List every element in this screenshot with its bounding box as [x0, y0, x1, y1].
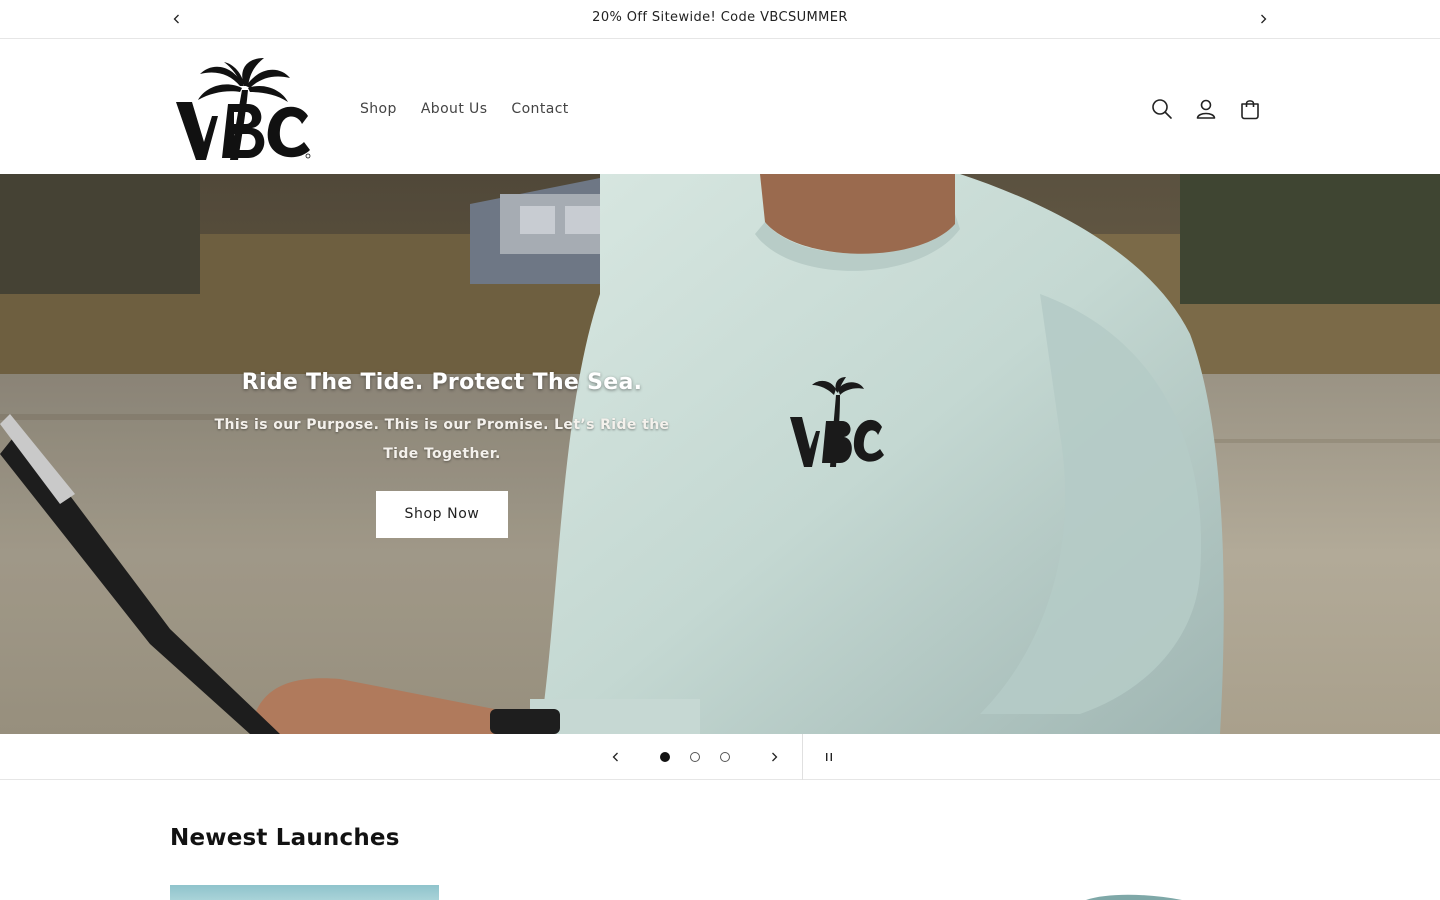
nav-item-about-us[interactable]: About Us [421, 101, 488, 117]
pause-icon [826, 753, 832, 761]
nav-item-shop[interactable]: Shop [360, 101, 397, 117]
nav-item-contact[interactable]: Contact [511, 101, 568, 117]
slideshow-controls [0, 734, 1440, 780]
slide-dot-3[interactable] [720, 752, 730, 762]
site-header: Shop About Us Contact [0, 39, 1440, 174]
product-card-image[interactable] [1086, 893, 1182, 900]
slide-dot-1[interactable] [660, 752, 670, 762]
slide-dot-2[interactable] [690, 752, 700, 762]
announcement-next-button[interactable] [1252, 8, 1274, 30]
chevron-right-icon [1261, 14, 1267, 24]
slideshow-pause-button[interactable] [818, 746, 840, 768]
search-button[interactable] [1148, 95, 1176, 123]
vbc-palm-logo-icon [176, 58, 311, 160]
controls-divider [802, 734, 803, 780]
vbc-logo[interactable] [172, 56, 314, 164]
cart-icon [1241, 100, 1259, 120]
collection-title: Newest Launches [170, 825, 400, 851]
slide-next-button[interactable] [763, 746, 785, 768]
announcement-bar: 20% Off Sitewide! Code VBCSUMMER [0, 0, 1440, 39]
product-card-image[interactable] [170, 885, 439, 900]
announcement-text: 20% Off Sitewide! Code VBCSUMMER [592, 10, 848, 25]
search-icon [1152, 99, 1172, 119]
shop-now-button[interactable]: Shop Now [376, 491, 508, 538]
hero-content: Ride The Tide. Protect The Sea. This is … [212, 370, 672, 538]
header-icons [1148, 95, 1264, 123]
cart-button[interactable] [1236, 95, 1264, 123]
slide-prev-button[interactable] [605, 746, 627, 768]
chevron-right-icon [772, 752, 778, 762]
hero-subtitle: This is our Purpose. This is our Promise… [214, 417, 670, 462]
account-icon [1196, 99, 1216, 119]
hero-slideshow: Ride The Tide. Protect The Sea. This is … [0, 174, 1440, 734]
chevron-left-icon [612, 752, 618, 762]
hero-title: Ride The Tide. Protect The Sea. [241, 370, 643, 395]
main-nav: Shop About Us Contact [360, 101, 569, 117]
account-button[interactable] [1192, 95, 1220, 123]
